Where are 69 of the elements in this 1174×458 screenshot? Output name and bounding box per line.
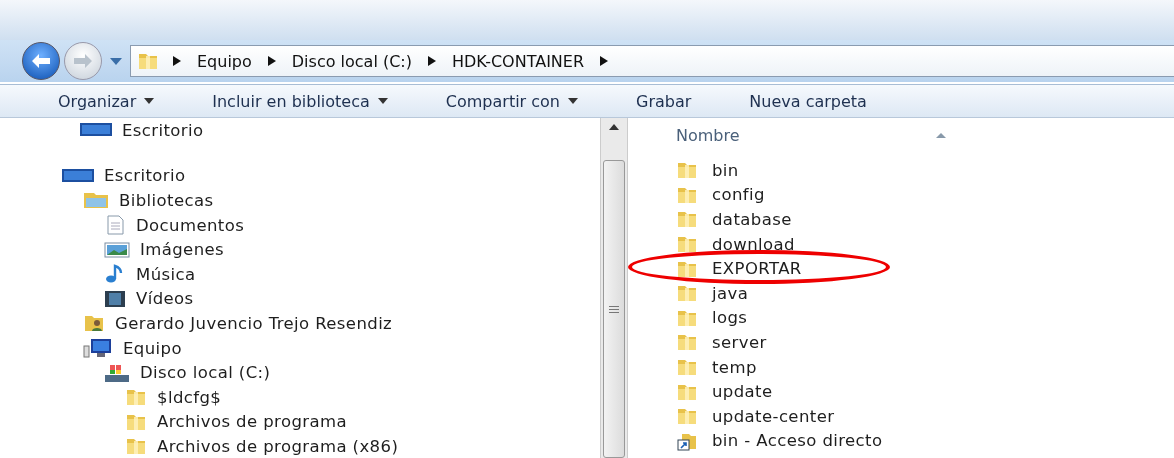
chevron-right-icon bbox=[267, 56, 276, 66]
tree-item[interactable]: Archivos de programa (x86) bbox=[157, 436, 399, 456]
picture-icon bbox=[104, 240, 130, 259]
breadcrumb[interactable]: Equipo bbox=[195, 51, 254, 71]
tree-item[interactable]: Documentos bbox=[136, 215, 245, 235]
back-button[interactable] bbox=[22, 42, 60, 80]
back-arrow-icon bbox=[31, 53, 51, 69]
file-name[interactable]: download bbox=[712, 234, 795, 254]
chevron-right-icon bbox=[428, 56, 436, 66]
tree-item[interactable]: Gerardo Juvencio Trejo Resendiz bbox=[115, 313, 393, 333]
computer-icon bbox=[83, 338, 113, 359]
scroll-up-icon bbox=[609, 124, 619, 130]
file-name[interactable]: update-center bbox=[712, 406, 835, 426]
folder-icon bbox=[676, 283, 698, 304]
chevron-right-icon bbox=[173, 56, 181, 66]
file-name[interactable]: EXPORTAR bbox=[712, 259, 802, 279]
breadcrumb[interactable]: HDK-CONTAINER bbox=[450, 51, 587, 71]
folder-icon bbox=[137, 51, 159, 71]
nav-item[interactable]: Escritorio bbox=[122, 120, 204, 140]
column-header[interactable]: Nombre bbox=[676, 125, 740, 145]
tree-item[interactable]: Equipo bbox=[123, 338, 182, 358]
grip-icon bbox=[609, 305, 619, 313]
monitor-icon bbox=[62, 167, 94, 184]
folder-icon bbox=[125, 387, 147, 408]
sort-arrow-icon bbox=[936, 132, 946, 138]
file-name[interactable]: bin bbox=[712, 160, 739, 180]
folder-icon bbox=[676, 406, 698, 427]
library-icon bbox=[83, 190, 109, 211]
folder-icon bbox=[676, 209, 698, 230]
tree-item[interactable]: Imágenes bbox=[140, 240, 225, 260]
film-icon bbox=[104, 288, 126, 309]
forward-arrow-icon bbox=[73, 53, 93, 69]
file-name[interactable]: java bbox=[712, 283, 749, 303]
dropdown-arrow-icon bbox=[110, 57, 122, 65]
chevron-right-icon bbox=[600, 56, 609, 66]
folder-icon bbox=[676, 234, 698, 255]
folder-icon bbox=[676, 332, 698, 353]
monitor-icon bbox=[80, 122, 112, 139]
breadcrumb[interactable]: Disco local (C:) bbox=[289, 51, 414, 71]
tree-item[interactable]: Bibliotecas bbox=[119, 191, 214, 210]
file-name[interactable]: temp bbox=[712, 357, 757, 377]
tree-item[interactable]: Archivos de programa bbox=[157, 412, 347, 432]
file-name[interactable]: bin - Acceso directo bbox=[712, 431, 883, 451]
toolbar-button[interactable]: Organizar bbox=[44, 87, 169, 115]
folder-icon bbox=[676, 357, 698, 378]
document-icon bbox=[104, 215, 126, 236]
tree-item[interactable]: Escritorio bbox=[104, 166, 186, 186]
tree-item[interactable]: Disco local (C:) bbox=[140, 363, 271, 383]
file-name[interactable]: logs bbox=[712, 308, 748, 328]
folder-icon bbox=[125, 436, 147, 457]
tree-item[interactable]: Música bbox=[136, 264, 196, 284]
toolbar-button[interactable]: Incluir en biblioteca bbox=[198, 87, 402, 115]
folder-icon bbox=[676, 160, 698, 181]
scrollbar[interactable] bbox=[600, 118, 628, 458]
drive-icon bbox=[104, 362, 130, 383]
file-name[interactable]: server bbox=[712, 332, 767, 352]
address-bar[interactable]: Equipo Disco local (C:) HDK-CONTAINER bbox=[130, 45, 1174, 77]
dropdown-arrow-icon bbox=[144, 98, 155, 104]
user-folder-icon bbox=[83, 313, 105, 334]
file-name[interactable]: config bbox=[712, 185, 765, 205]
file-name[interactable]: database bbox=[712, 210, 792, 229]
file-name[interactable]: update bbox=[712, 382, 773, 402]
tree-item[interactable]: $ldcfg$ bbox=[157, 387, 222, 407]
dropdown-arrow-icon bbox=[377, 98, 388, 104]
toolbar-button[interactable]: Nueva carpeta bbox=[735, 87, 881, 115]
toolbar-button[interactable]: Compartir con bbox=[431, 87, 592, 115]
toolbar-button[interactable]: Grabar bbox=[622, 87, 706, 115]
dropdown-arrow-icon bbox=[568, 98, 578, 104]
tree-item[interactable]: Vídeos bbox=[136, 289, 194, 309]
